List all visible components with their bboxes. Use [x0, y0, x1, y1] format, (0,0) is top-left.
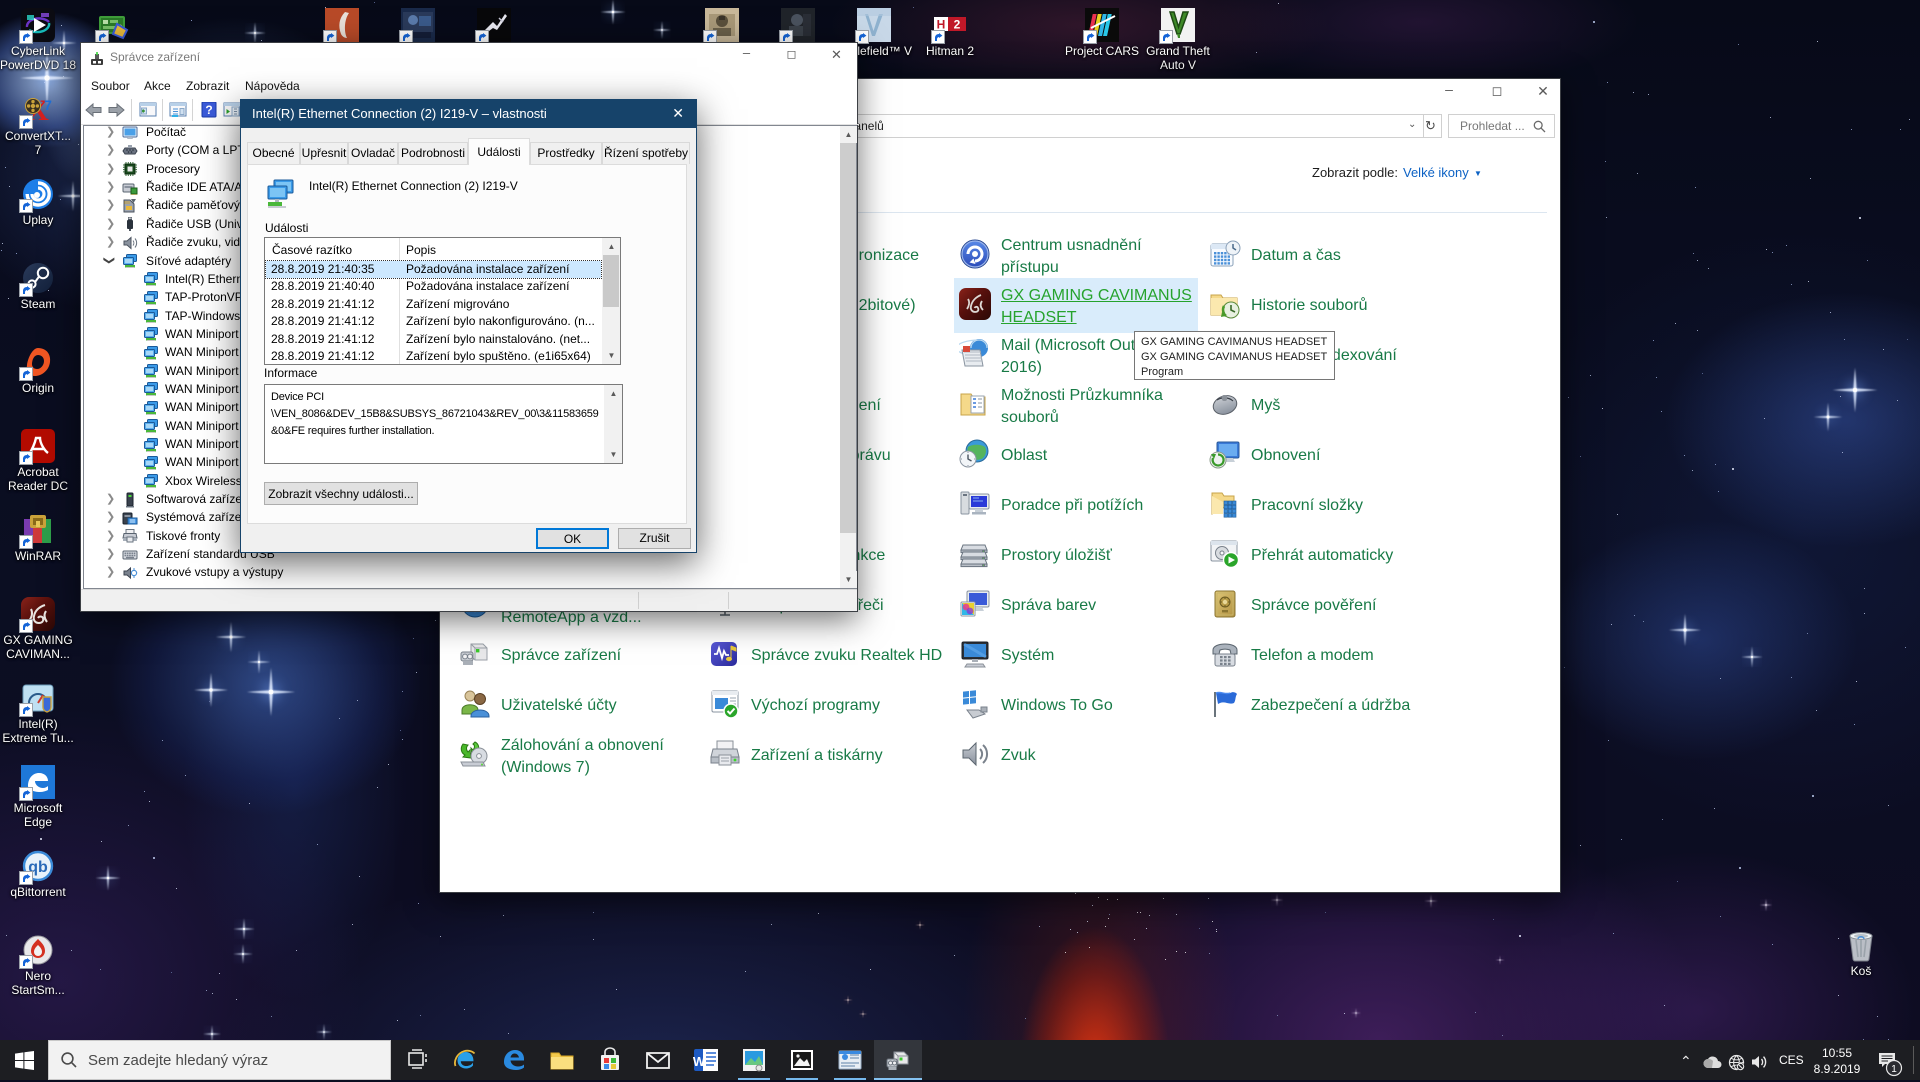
svg-text:1: 1: [1891, 1064, 1897, 1075]
svg-text:7: 7: [44, 97, 52, 113]
svg-text:2: 2: [954, 18, 961, 32]
svg-text:?: ?: [205, 103, 212, 117]
svg-text:W: W: [693, 1054, 706, 1069]
